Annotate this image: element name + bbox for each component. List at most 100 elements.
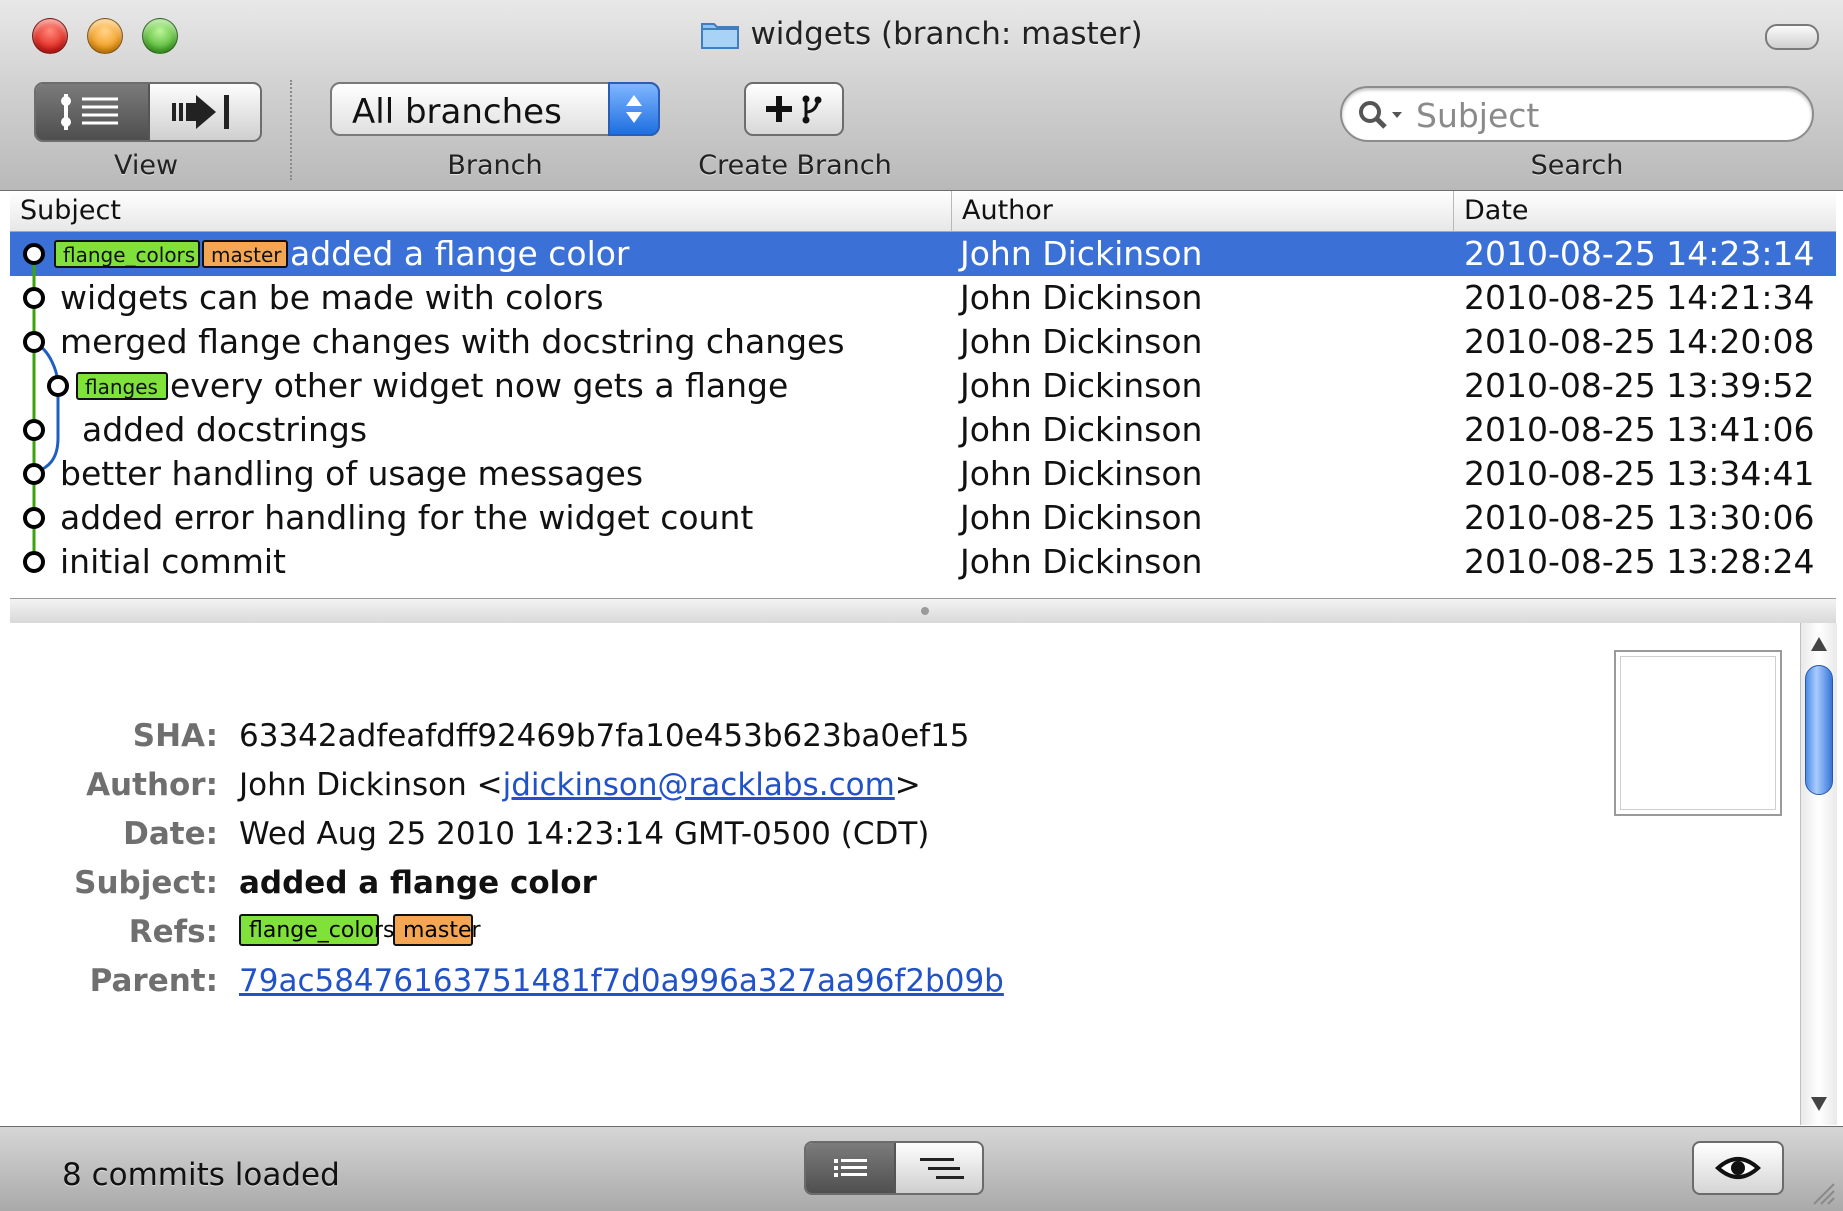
commit-view-button[interactable] [150,84,260,140]
commit-date: 2010-08-25 13:28:24 [1464,542,1815,581]
commit-subject-cell: initial commit [10,540,950,584]
sha-value: 63342adfeafdff92469b7fa10e453b623ba0ef15 [239,718,970,754]
tree-mode-button[interactable] [896,1143,982,1193]
parent-link[interactable]: 79ac58476163751481f7d0a996a327aa96f2b09b [239,963,1004,999]
author-name: John Dickinson [239,767,467,803]
commit-subject: every other widget now gets a flange [170,366,789,405]
commit-subject: initial commit [60,542,286,581]
commit-row[interactable]: merged flange changes with docstring cha… [10,320,1836,364]
refs-label: Refs: [128,914,218,950]
commit-detail-pane: SHA: 63342adfeafdff92469b7fa10e453b623ba… [10,623,1800,1125]
list-details-icon [834,1159,867,1177]
commit-author: John Dickinson [960,366,1203,405]
commit-row[interactable]: added error handling for the widget coun… [10,496,1836,540]
gitx-window: widgets (branch: master) View All branch… [0,0,1843,1211]
date-label: Date: [123,816,218,852]
parent-label: Parent: [89,963,218,999]
window-title: widgets (branch: master) [750,16,1143,52]
commit-row[interactable]: flange_colors master added a flange color J… [10,232,1836,276]
folder-icon [700,18,740,58]
splitter-handle-icon [921,607,929,615]
ref-badge[interactable]: flanges [76,372,168,400]
quicklook-button[interactable] [1692,1141,1784,1195]
window-toolbar: widgets (branch: master) View All branch… [0,0,1843,191]
author-label: Author: [86,767,218,803]
commit-row[interactable]: flanges every other widget now gets a fla… [10,364,1836,408]
commit-list-header: Subject Author Date [10,191,1836,232]
commit-date: 2010-08-25 13:34:41 [1464,454,1815,493]
commit-subject-cell: flange_colors master added a flange color [10,232,950,276]
scroll-down-arrow-icon[interactable] [1811,1097,1827,1111]
commit-subject-cell: added docstrings [10,408,950,452]
commit-subject-cell: widgets can be made with colors [10,276,950,320]
eye-icon [1715,1157,1761,1179]
commit-date: 2010-08-25 13:39:52 [1464,366,1815,405]
commit-subject: widgets can be made with colors [60,278,604,317]
detail-scrollbar[interactable] [1800,623,1837,1125]
history-view-icon [61,94,118,130]
column-header-author[interactable]: Author [952,191,1454,231]
history-view-button[interactable] [36,84,150,140]
commit-list: flange_colors master added a flange color J… [10,232,1836,598]
search-input[interactable] [1414,94,1798,136]
commit-author: John Dickinson [960,234,1203,273]
status-bar: 8 commits loaded [0,1126,1843,1211]
author-avatar [1614,650,1782,816]
commit-author: John Dickinson [960,278,1203,317]
author-email-link[interactable]: jdickinson@racklabs.com [503,767,895,803]
commit-row[interactable]: better handling of usage messages John Di… [10,452,1836,496]
author-email-close: > [894,767,921,803]
scroll-up-arrow-icon[interactable] [1811,637,1827,651]
commit-subject: added a flange color [290,234,630,273]
commit-subject-cell: added error handling for the widget coun… [10,496,950,540]
commit-subject-cell: better handling of usage messages [10,452,950,496]
branch-select-value: All branches [352,92,562,132]
scrollbar-thumb[interactable] [1805,665,1833,795]
search-field [1340,86,1814,142]
ref-badge[interactable]: flange_colors [54,240,200,268]
subject-value: added a flange color [239,865,597,901]
ref-badge[interactable]: flange_colors [239,914,394,946]
subject-label: Subject: [74,865,218,901]
commit-row[interactable]: initial commit John Dickinson 2010-08-25 1… [10,540,1836,584]
commit-date: 2010-08-25 14:23:14 [1464,234,1815,273]
commit-author: John Dickinson [960,410,1203,449]
commit-subject-cell: flanges every other widget now gets a fla… [10,364,950,408]
toolbar-separator [290,80,292,180]
ref-badge[interactable]: master [202,240,288,268]
commit-subject: better handling of usage messages [60,454,644,493]
commit-row[interactable]: widgets can be made with colors John Dick… [10,276,1836,320]
branch-select[interactable]: All branches [330,82,660,136]
tree-icon [920,1158,964,1179]
commit-row[interactable]: added docstrings John Dickinson 2010-08-25… [10,408,1836,452]
window-title-bar: widgets (branch: master) [0,16,1843,58]
pane-splitter[interactable] [10,598,1836,624]
branch-label: Branch [447,150,543,181]
commit-author: John Dickinson [960,322,1203,361]
view-label: View [113,150,179,181]
ref-badge[interactable]: master [393,914,481,946]
column-header-subject[interactable]: Subject [10,191,952,231]
commit-date: 2010-08-25 14:20:08 [1464,322,1815,361]
commit-view-icon [172,95,229,129]
author-email-open: < [476,767,503,803]
commit-subject: merged flange changes with docstring cha… [60,322,845,361]
details-mode-button[interactable] [806,1143,896,1193]
commit-subject: added error handling for the widget coun… [60,498,754,537]
resize-grip-icon[interactable] [1810,1180,1836,1206]
toolbar-toggle-button[interactable] [1765,24,1819,50]
column-header-date[interactable]: Date [1454,191,1836,231]
search-icon[interactable] [1356,98,1408,136]
select-arrows-icon [608,82,660,136]
create-branch-label: Create Branch [698,150,892,181]
date-value: Wed Aug 25 2010 14:23:14 GMT-0500 (CDT) [239,816,930,852]
view-segmented-control [34,82,262,142]
create-branch-button[interactable] [744,82,844,136]
detail-mode-segmented-control [804,1141,984,1195]
commit-date: 2010-08-25 13:41:06 [1464,410,1815,449]
commit-author: John Dickinson [960,542,1203,581]
create-branch-icon [766,95,822,124]
author-value: John Dickinson <jdickinson@racklabs.com> [239,767,921,803]
commit-date: 2010-08-25 13:30:06 [1464,498,1815,537]
commit-subject: added docstrings [82,410,368,449]
